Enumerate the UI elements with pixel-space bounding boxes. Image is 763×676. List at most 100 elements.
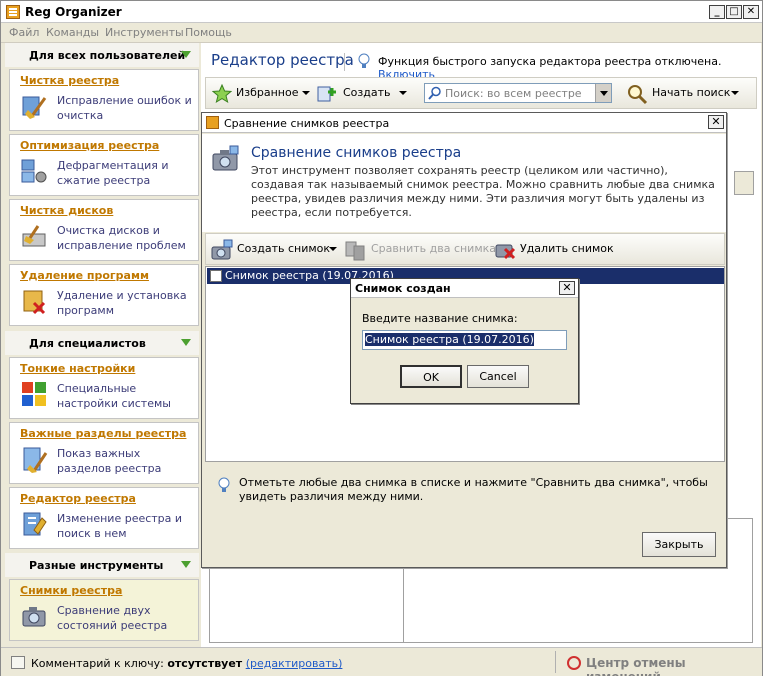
create-dropdown-arrow-icon[interactable] [399,91,407,95]
item-title[interactable]: Тонкие настройки [20,362,135,375]
comment-label: Комментарий к ключу: [31,657,164,670]
search-icon [428,86,441,100]
registry-editor-icon [23,512,47,536]
panel-title: Редактор реестра [211,51,354,69]
section-title: Для специалистов [29,337,146,350]
item-title[interactable]: Редактор реестра [20,492,136,505]
section-title: Разные инструменты [29,559,164,572]
menu-file[interactable]: Файл [9,26,39,39]
dialog-header: Сравнение снимков реестра Этот инструмен… [202,134,726,232]
item-title[interactable]: Удаление программ [20,269,149,282]
item-desc: Дефрагментация и сжатие реестра [57,159,169,187]
dialog-description: Этот инструмент позволяет сохранять реес… [251,164,715,219]
title-bar: Reg Organizer _ □ ✕ [1,1,762,23]
app-icon [6,5,20,19]
favorites-button[interactable]: Избранное [236,86,298,99]
camera-icon [212,145,239,171]
search-scope-dropdown[interactable] [595,84,611,102]
item-title[interactable]: Важные разделы реестра [20,427,186,440]
close-dialog-button[interactable]: Закрыть [642,532,716,557]
dialog-close-button[interactable]: ✕ [708,115,724,129]
ok-button[interactable]: OK [400,365,462,388]
dialog-hint: Отметьте любые два снимка в списке и наж… [205,465,725,520]
create-snapshot-arrow-icon[interactable] [329,247,337,251]
item-desc: Очистка дисков и исправление проблем [57,224,186,252]
notice-text: Функция быстрого запуска редактора реест… [378,55,722,68]
snapshot-name-label: Введите название снимка: [362,312,518,325]
title-separator [344,53,345,71]
snapshot-name-value: Снимок реестра (19.07.2016) [365,333,534,346]
dialog-title: Сравнение снимков реестра [224,117,390,130]
create-button[interactable]: Создать [343,86,391,99]
section-title: Для всех пользователей [29,49,186,62]
item-desc: Удаление и установка программ [57,289,187,317]
sidebar-item-snapshots[interactable]: Снимки реестра Сравнение двух состояний … [9,579,199,641]
menu-commands[interactable]: Команды [46,26,99,39]
prompt-close-button[interactable]: ✕ [559,281,575,295]
find-icon [628,85,648,105]
dialog-app-icon [206,116,219,129]
star-icon [212,84,232,104]
item-desc: Сравнение двух состояний реестра [57,604,168,632]
section-all-users[interactable]: Для всех пользователей [5,43,199,67]
menu-tools[interactable]: Инструменты [105,26,184,39]
sidebar-item-registry-optimization[interactable]: Оптимизация реестра Дефрагментация и сжа… [9,134,199,196]
item-title[interactable]: Чистка реестра [20,74,119,87]
sidebar-item-registry-editor[interactable]: Редактор реестра Изменение реестра и пои… [9,487,199,549]
menu-help[interactable]: Помощь [185,26,232,39]
scrollbar-button[interactable] [734,171,754,195]
registry-optimize-icon [21,159,47,183]
minimize-button[interactable]: _ [709,5,725,19]
search-placeholder: Поиск: во всем реестре [445,87,582,100]
sidebar-item-important-keys[interactable]: Важные разделы реестра Показ важных разд… [9,422,199,484]
collapse-arrow-icon [181,339,191,346]
create-snapshot-icon [211,239,233,260]
item-title[interactable]: Оптимизация реестра [20,139,159,152]
dialog-title-bar: Сравнение снимков реестра ✕ [202,113,726,133]
maximize-button[interactable]: □ [726,5,742,19]
cancel-button[interactable]: Cancel [467,365,529,388]
snapshot-toolbar: Создать снимок Сравнить два снимка Удали… [205,233,725,265]
compare-icon [345,241,365,261]
status-bar: Комментарий к ключу: отсутствует (редакт… [1,647,762,676]
create-icon [317,86,336,102]
sidebar-item-uninstall[interactable]: Удаление программ Удаление и установка п… [9,264,199,326]
editor-toolbar: Избранное Создать Поиск: во всем реестре… [205,77,757,109]
section-specialists[interactable]: Для специалистов [5,331,199,355]
search-options-arrow-icon[interactable] [731,91,739,95]
item-title[interactable]: Снимки реестра [20,584,122,597]
item-title[interactable]: Чистка дисков [20,204,113,217]
key-comment: Комментарий к ключу: отсутствует (редакт… [31,657,342,670]
status-divider [555,651,556,673]
snapshot-created-dialog: Снимок создан ✕ Введите название снимка:… [350,278,579,404]
section-misc-tools[interactable]: Разные инструменты [5,553,199,577]
app-title: Reg Organizer [25,5,122,19]
delete-snapshot-button[interactable]: Удалить снимок [520,242,614,255]
edit-comment-link[interactable]: (редактировать) [246,657,343,670]
lightbulb-icon [358,53,370,68]
close-button[interactable]: ✕ [743,5,759,19]
start-search-button[interactable]: Начать поиск [652,86,730,99]
hint-text: Отметьте любые два снимка в списке и наж… [239,476,708,503]
search-input[interactable]: Поиск: во всем реестре [424,83,612,103]
lightbulb-icon [218,477,230,492]
favorites-dropdown-arrow-icon[interactable] [302,91,310,95]
prompt-title-bar: Снимок создан ✕ [351,279,578,298]
snapshot-checkbox[interactable] [210,270,222,282]
sidebar-item-registry-cleaning[interactable]: Чистка реестра Исправление ошибок и очис… [9,69,199,131]
compare-snapshots-button[interactable]: Сравнить два снимка [371,242,496,255]
registry-clean-icon [22,96,47,119]
undo-center-button[interactable]: Центр отмены изменений [586,656,762,676]
create-snapshot-button[interactable]: Создать снимок [237,242,330,255]
disk-clean-icon [22,225,46,247]
snapshot-name-input[interactable]: Снимок реестра (19.07.2016) [362,330,567,350]
tweaks-icon [22,382,46,406]
delete-snapshot-icon [495,244,516,260]
menu-bar: Файл Команды Инструменты Помощь [1,23,762,43]
collapse-arrow-icon [181,51,191,58]
sidebar-item-tweaks[interactable]: Тонкие настройки Специальные настройки с… [9,357,199,419]
item-desc: Исправление ошибок и очистка [57,94,192,122]
sidebar-item-disk-cleaning[interactable]: Чистка дисков Очистка дисков и исправлен… [9,199,199,261]
comment-value: отсутствует [167,657,243,670]
item-desc: Показ важных разделов реестра [57,447,162,475]
